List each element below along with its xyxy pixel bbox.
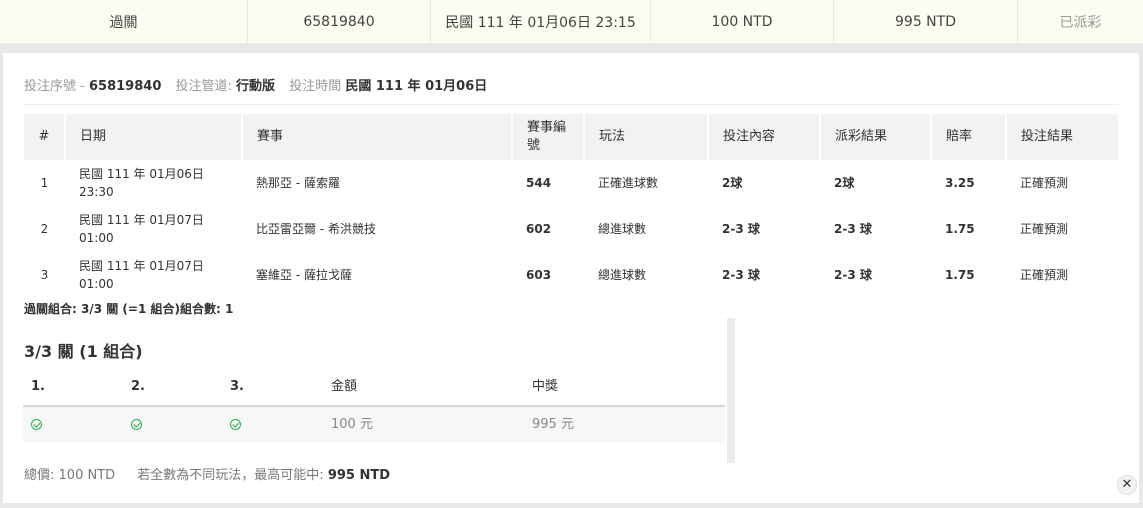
meta-divider xyxy=(24,104,1119,105)
col-header-index: # xyxy=(24,114,66,160)
combo-col-leg-3: 3. xyxy=(230,379,244,394)
row-bet: 2球 xyxy=(722,176,743,190)
leg-1-status xyxy=(31,407,42,443)
max-win-label: 若全數為不同玩法，最高可能中: xyxy=(137,468,324,483)
bet-legs-table: # 日期 賽事 賽事編號 玩法 投注內容 派彩結果 賠率 投注結果 1 民國 1… xyxy=(24,114,1120,298)
total-price-value: 100 NTD xyxy=(58,468,116,483)
table-header-row: # 日期 賽事 賽事編號 玩法 投注內容 派彩結果 賠率 投注結果 xyxy=(24,114,1120,160)
row-odds: 1.75 xyxy=(945,222,975,236)
combo-scrollbar[interactable] xyxy=(727,318,735,463)
summary-stake: 100 NTD xyxy=(651,0,834,44)
leg-2-status xyxy=(131,407,142,443)
row-match: 塞維亞 - 薩拉戈薩 xyxy=(256,268,352,282)
row-odds: 3.25 xyxy=(945,176,975,190)
row-play: 總進球數 xyxy=(598,268,647,282)
col-header-match: 賽事 xyxy=(242,114,513,160)
row-result: 2球 xyxy=(834,176,855,190)
row-date-time: 23:30 xyxy=(79,185,114,199)
row-outcome: 正確預測 xyxy=(1020,176,1069,190)
leg-3-status xyxy=(230,407,241,443)
row-date-time: 01:00 xyxy=(79,277,114,291)
row-index: 2 xyxy=(40,222,49,236)
row-outcome: 正確預測 xyxy=(1020,222,1069,236)
row-result: 2-3 球 xyxy=(834,222,872,236)
col-header-odds: 賠率 xyxy=(931,114,1007,160)
check-circle-icon xyxy=(131,419,142,430)
serial-separator: - xyxy=(80,79,85,94)
row-play: 總進球數 xyxy=(598,222,647,236)
summary-payout: 995 NTD xyxy=(834,0,1018,44)
ticket-summary-row[interactable]: 過關 65819840 民國 111 年 01月06日 23:15 100 NT… xyxy=(0,0,1143,44)
row-date: 民國 111 年 01月07日 01:00 xyxy=(65,252,242,298)
row-date: 民國 111 年 01月06日 23:30 xyxy=(65,160,242,206)
row-date-day: 民國 111 年 01月07日 xyxy=(79,259,204,273)
row-bet: 2-3 球 xyxy=(722,268,760,282)
check-circle-icon xyxy=(31,419,42,430)
row-event-id: 603 xyxy=(526,268,552,282)
row-match: 比亞雷亞爾 - 希洪競技 xyxy=(256,222,376,236)
table-row: 2 民國 111 年 01月07日 01:00 比亞雷亞爾 - 希洪競技 602 … xyxy=(24,206,1119,252)
combo-col-amount: 金額 xyxy=(331,379,358,394)
row-date-day: 民國 111 年 01月06日 xyxy=(79,167,204,181)
row-index: 3 xyxy=(40,268,49,282)
col-header-event-id: 賽事編號 xyxy=(512,114,585,160)
combo-row: 100 元 995 元 xyxy=(23,407,725,443)
col-header-bet: 投注內容 xyxy=(708,114,821,160)
time-label: 投注時間 xyxy=(289,79,342,94)
total-price-label: 總價: xyxy=(24,468,55,483)
col-header-date: 日期 xyxy=(65,114,243,160)
table-row: 1 民國 111 年 01月06日 23:30 熱那亞 - 薩索羅 544 正確進… xyxy=(24,160,1119,206)
combo-summary-note: 過關組合: 3/3 關 (=1 組合)組合數: 1 xyxy=(24,302,234,316)
combo-title: 3/3 關 (1 組合) xyxy=(24,342,143,361)
serial-value: 65819840 xyxy=(89,79,162,94)
summary-type: 過關 xyxy=(0,0,248,44)
col-header-play: 玩法 xyxy=(584,114,709,160)
row-date-day: 民國 111 年 01月07日 xyxy=(79,213,204,227)
serial-label: 投注序號 xyxy=(24,79,77,94)
row-event-id: 602 xyxy=(526,222,552,236)
channel-value: 行動版 xyxy=(236,79,276,94)
summary-bet-time: 民國 111 年 01月06日 23:15 xyxy=(431,0,651,44)
summary-ticket-number: 65819840 xyxy=(248,0,431,44)
check-circle-icon xyxy=(230,419,241,430)
combo-col-leg-2: 2. xyxy=(131,379,145,394)
combo-col-leg-1: 1. xyxy=(31,379,45,394)
row-odds: 1.75 xyxy=(945,268,975,282)
time-value: 民國 111 年 01月06日 xyxy=(345,79,488,94)
row-result: 2-3 球 xyxy=(834,268,872,282)
col-header-result: 派彩結果 xyxy=(820,114,932,160)
close-icon[interactable]: ✕ xyxy=(1117,475,1137,495)
col-header-outcome: 投注結果 xyxy=(1006,114,1120,160)
channel-label: 投注管道: xyxy=(175,79,232,94)
combo-amount: 100 元 xyxy=(331,417,373,432)
row-match: 熱那亞 - 薩索羅 xyxy=(256,176,340,190)
total-line: 總價: 100 NTD 若全數為不同玩法，最高可能中: 995 NTD xyxy=(24,464,390,483)
ticket-detail-panel: 投注序號 - 65819840 投注管道: 行動版 投注時間 民國 111 年 … xyxy=(3,53,1139,503)
max-win-value: 995 NTD xyxy=(327,468,391,483)
ticket-meta: 投注序號 - 65819840 投注管道: 行動版 投注時間 民國 111 年 … xyxy=(24,75,487,94)
summary-status: 已派彩 xyxy=(1059,15,1102,31)
row-index: 1 xyxy=(40,176,49,190)
combo-col-win: 中獎 xyxy=(532,379,559,394)
row-event-id: 544 xyxy=(526,176,552,190)
row-date: 民國 111 年 01月07日 01:00 xyxy=(65,206,242,252)
row-date-time: 01:00 xyxy=(79,231,114,245)
row-bet: 2-3 球 xyxy=(722,222,760,236)
row-play: 正確進球數 xyxy=(598,176,659,190)
table-row: 3 民國 111 年 01月07日 01:00 塞維亞 - 薩拉戈薩 603 總進… xyxy=(24,252,1119,298)
combo-win: 995 元 xyxy=(532,417,574,432)
row-outcome: 正確預測 xyxy=(1020,268,1069,282)
combo-header-row: 1. 2. 3. 金額 中獎 xyxy=(23,369,725,407)
